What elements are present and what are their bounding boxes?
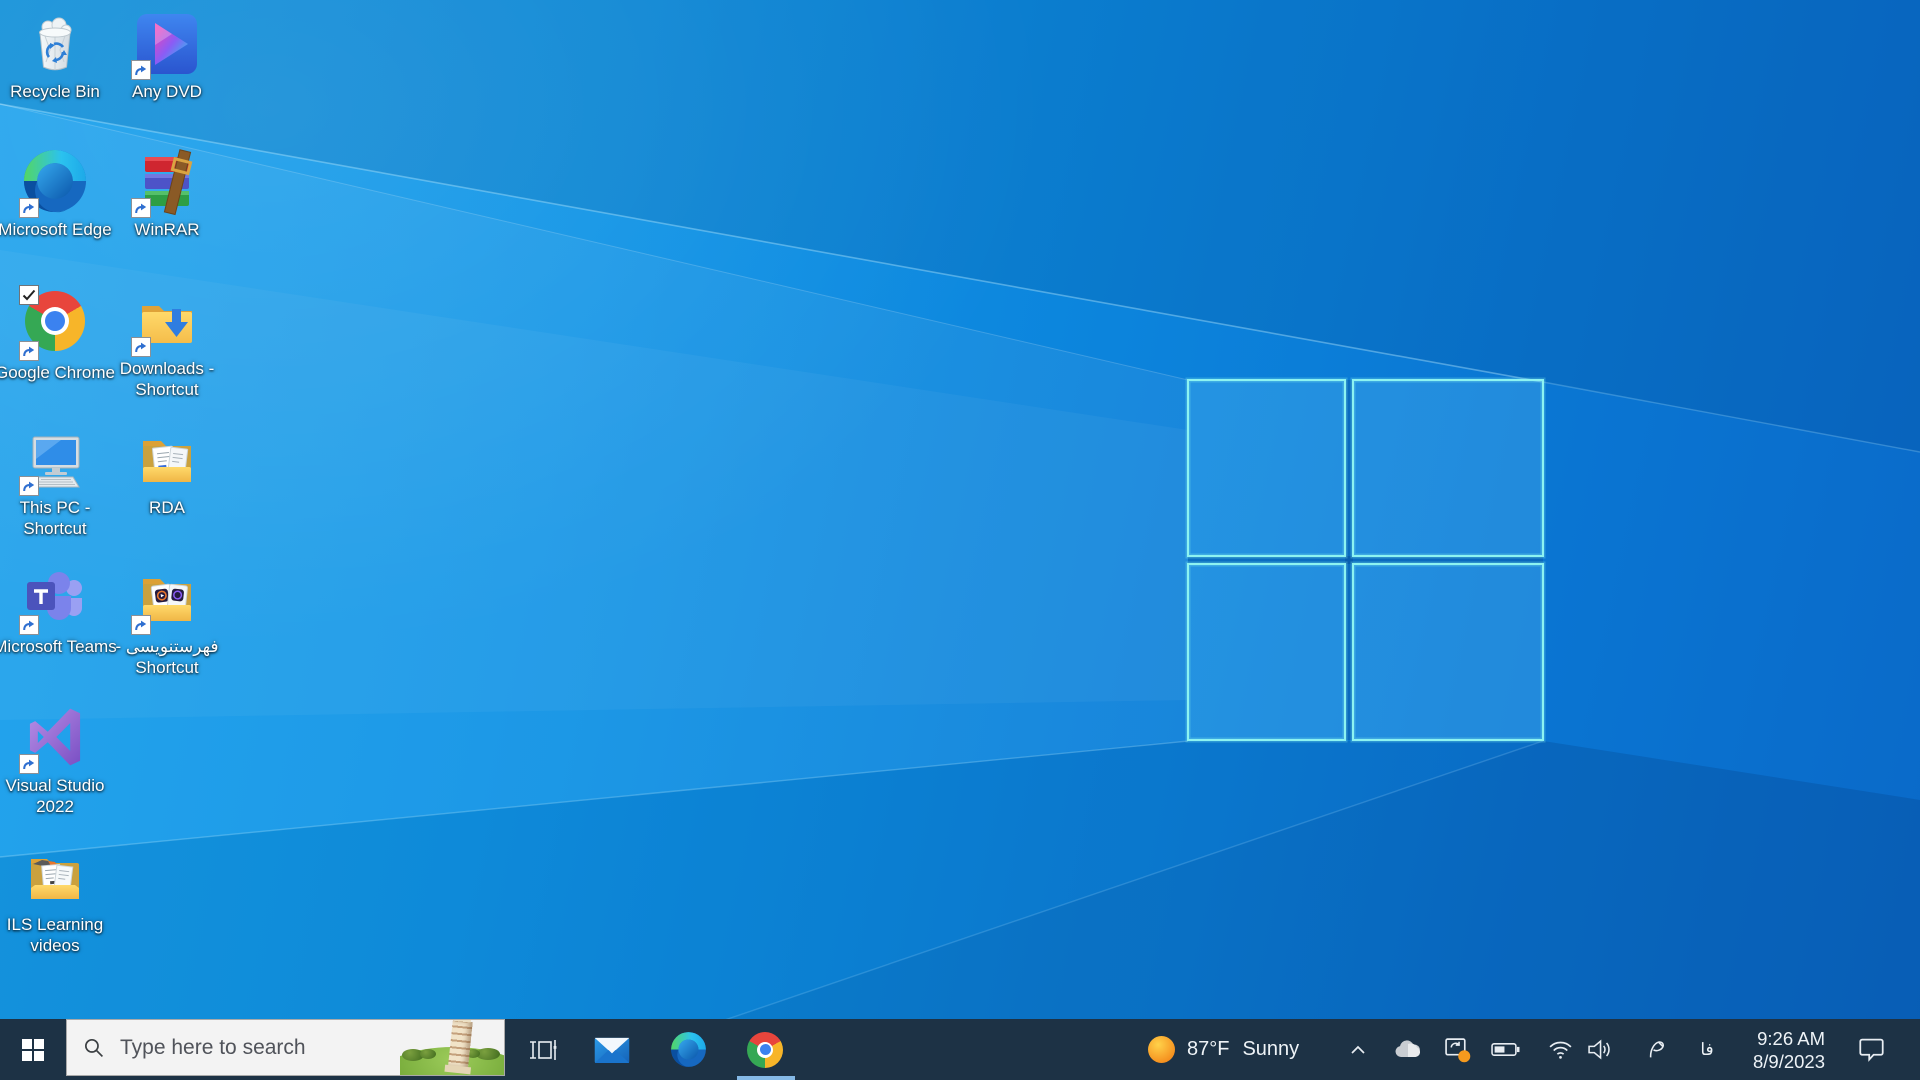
taskbar: 87°F Sunny: [0, 1019, 1920, 1080]
desktop-icon-label: This PC - Shortcut: [19, 498, 91, 538]
mail-icon: [593, 1034, 631, 1066]
edge-app-button[interactable]: [664, 1019, 712, 1080]
search-icon: [83, 1037, 104, 1058]
windows-desktop: Recycle Bin Microsoft Edge Google Chrome…: [0, 0, 1920, 1080]
chrome-running-indicator: [737, 1076, 795, 1080]
google-chrome-icon: [19, 285, 89, 361]
desktop-icon-label: ILS Learning videos: [6, 915, 104, 955]
desktop-icon-label: Microsoft Teams: [0, 637, 117, 656]
desktop-icon-rda[interactable]: RDA: [104, 426, 230, 518]
desktop-icon-label: Recycle Bin: [10, 82, 100, 101]
shortcut-arrow-icon: [131, 337, 151, 357]
chevron-up-icon: [1350, 1045, 1366, 1055]
bush-graphic: [420, 1049, 436, 1059]
desktop-icon-visual-studio-2022[interactable]: Visual Studio 2022: [0, 704, 118, 817]
weather-temperature: 87°F: [1187, 1038, 1230, 1060]
desktop-icon-label: Visual Studio 2022: [5, 776, 105, 816]
selected-checkbox-icon[interactable]: [19, 285, 39, 305]
desktop-icon-label: Any DVD: [132, 82, 202, 101]
downloads-shortcut-icon: [131, 287, 201, 357]
shortcut-arrow-icon: [19, 341, 39, 361]
shortcut-arrow-icon: [19, 476, 39, 496]
action-center-icon: [1858, 1037, 1885, 1062]
microsoft-edge-icon: [19, 148, 89, 218]
shortcut-arrow-icon: [19, 754, 39, 774]
shortcut-arrow-icon: [131, 60, 151, 80]
recycle-bin-icon: [21, 10, 89, 78]
desktop-icon-label: فهرستنویسی - Shortcut: [115, 637, 219, 677]
pen-icon: [1647, 1039, 1668, 1060]
wifi-tray-button[interactable]: [1546, 1019, 1574, 1080]
search-daily-illustration-pisa-tower[interactable]: [400, 1020, 504, 1075]
battery-icon: [1490, 1042, 1520, 1057]
this-pc-shortcut-icon: [19, 426, 89, 496]
shortcut-arrow-icon: [131, 615, 151, 635]
windows-logo-watermark: [0, 0, 1920, 1080]
desktop-icon-label: RDA: [149, 498, 185, 517]
desktop-icon-ils-learning-videos[interactable]: ILS Learning videos: [0, 843, 118, 956]
task-view-button[interactable]: [520, 1019, 568, 1080]
sync-status-icon: [1444, 1036, 1471, 1063]
taskbar-clock[interactable]: 9:26 AM 8/9/2023: [1753, 1019, 1825, 1080]
battery-tray-button[interactable]: [1489, 1019, 1521, 1080]
chrome-app-button[interactable]: [741, 1019, 789, 1080]
desktop-icon-google-chrome[interactable]: Google Chrome: [0, 285, 118, 383]
onedrive-tray-button[interactable]: [1392, 1019, 1424, 1080]
shortcut-arrow-icon: [19, 198, 39, 218]
chrome-icon: [747, 1031, 783, 1068]
volume-tray-button[interactable]: [1584, 1019, 1614, 1080]
edge-icon: [670, 1031, 707, 1068]
desktop-icon-microsoft-teams[interactable]: Microsoft Teams: [0, 565, 118, 657]
desktop-icon-recycle-bin[interactable]: Recycle Bin: [0, 10, 118, 102]
weather-condition: Sunny: [1242, 1038, 1300, 1060]
volume-icon: [1587, 1039, 1612, 1060]
desktop-icon-microsoft-edge[interactable]: Microsoft Edge: [0, 148, 118, 240]
winrar-icon: [131, 148, 201, 218]
taskbar-search[interactable]: [66, 1019, 505, 1076]
search-input[interactable]: [118, 1034, 400, 1061]
language-code-label: فا: [1700, 1039, 1714, 1059]
shortcut-arrow-icon: [131, 198, 151, 218]
onedrive-cloud-icon: [1393, 1039, 1423, 1060]
windows-start-icon: [22, 1038, 44, 1061]
mail-app-button[interactable]: [588, 1019, 636, 1080]
wifi-icon: [1548, 1040, 1573, 1060]
desktop-icon-any-dvd[interactable]: Any DVD: [104, 10, 230, 102]
desktop-icon-this-pc-shortcut[interactable]: This PC - Shortcut: [0, 426, 118, 539]
task-view-icon: [529, 1038, 559, 1062]
wallpaper: [0, 0, 1920, 1080]
action-center-button[interactable]: [1856, 1019, 1886, 1080]
show-hidden-icons-button[interactable]: [1340, 1019, 1376, 1080]
shortcut-arrow-icon: [19, 615, 39, 635]
microsoft-teams-icon: [19, 565, 89, 635]
windows-ink-tray-button[interactable]: [1645, 1019, 1669, 1080]
ils-learning-videos-icon: [21, 843, 89, 911]
desktop-icon-label: Downloads - Shortcut: [119, 359, 215, 399]
rda-icon: [133, 426, 201, 494]
desktop-icon-fehrestnevisi-shortcut[interactable]: فهرستنویسی - Shortcut: [104, 565, 230, 678]
language-indicator[interactable]: فا: [1692, 1019, 1722, 1080]
fehrestnevisi-shortcut-icon: [131, 565, 201, 635]
clock-time: 9:26 AM: [1757, 1027, 1825, 1049]
desktop-icon-downloads-shortcut[interactable]: Downloads - Shortcut: [104, 287, 230, 400]
start-button[interactable]: [0, 1019, 66, 1080]
desktop-icon-label: WinRAR: [134, 220, 200, 239]
weather-widget[interactable]: 87°F Sunny: [1140, 1019, 1330, 1080]
sync-status-tray-button[interactable]: [1441, 1019, 1473, 1080]
visual-studio-2022-icon: [19, 704, 89, 774]
clock-date: 8/9/2023: [1752, 1050, 1825, 1072]
desktop-icon-winrar[interactable]: WinRAR: [104, 148, 230, 240]
desktop-icon-label: Google Chrome: [0, 363, 115, 382]
desktop-icon-label: Microsoft Edge: [0, 220, 112, 239]
any-dvd-icon: [131, 10, 201, 80]
sunny-weather-icon: [1148, 1036, 1175, 1063]
